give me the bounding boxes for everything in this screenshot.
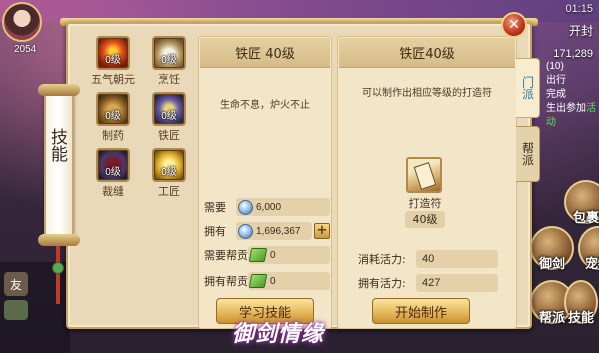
quest-line: (10) [546, 61, 564, 72]
skill-item[interactable]: 0级 工匠 [144, 148, 194, 202]
tab-guild[interactable]: 帮派 [516, 126, 540, 182]
vitality-have-value: 427 [416, 274, 498, 292]
crafting-title: 铁匠40级 [339, 38, 515, 68]
skill-grid: 0级 五气朝元 0级 烹饪 0级 制药 0级 铁匠 0级 裁缝 0级 工匠 [88, 36, 200, 206]
scroll-talisman-icon[interactable] [406, 157, 442, 193]
gourd-icon: 0级 [96, 92, 130, 126]
add-money-button[interactable]: + [314, 223, 330, 239]
game-logo: 御剑情缘 [232, 321, 325, 347]
scroll-tab-label: 技能 [47, 128, 67, 162]
need-contrib-row: 需要帮贡 0 [204, 246, 330, 264]
skill-item[interactable]: 0级 裁缝 [88, 148, 138, 202]
fire-orb-icon: 0级 [96, 36, 130, 70]
jade-knot-icon [52, 262, 64, 274]
skill-name: 烹饪 [158, 73, 180, 86]
hud-top-right: 01:15 开封 171,289 [553, 2, 593, 61]
skill-name: 五气朝元 [91, 73, 135, 86]
scroll-tab-skills[interactable] [44, 92, 74, 240]
vitality-cost-value: 40 [416, 250, 498, 268]
right-quest-panel: (10) 出行 完成 生出参加活动 [540, 60, 599, 180]
skill-name: 工匠 [158, 185, 180, 198]
skill-item[interactable]: 0级 五气朝元 [88, 36, 138, 90]
skill-name: 制药 [102, 129, 124, 142]
quest-line: 出行 [546, 75, 566, 86]
skill-item[interactable]: 0级 烹饪 [144, 36, 194, 90]
vitality-have-label: 拥有活力: [358, 277, 406, 290]
have-money-row: 拥有 1,696,367 + [204, 222, 330, 240]
location-text[interactable]: 开封 [553, 24, 593, 38]
need-money-row: 需要 6,000 [204, 198, 330, 216]
gold-ingot-icon: 0级 [152, 148, 186, 182]
sword-button[interactable]: 御剑 [530, 226, 574, 272]
player-level: 2054 [14, 44, 37, 55]
skill-item[interactable]: 0级 制药 [88, 92, 138, 146]
tab-sect[interactable]: 门派 [516, 58, 540, 118]
have-label: 拥有 [204, 225, 226, 238]
quest-line[interactable]: 生出参加活动 [546, 102, 599, 130]
friend-icon[interactable]: 友 [4, 272, 28, 296]
scroll-tassel [56, 246, 60, 304]
need-contrib-label: 需要帮贡 [204, 249, 248, 262]
clock-text: 01:15 [565, 3, 593, 15]
silver-coin-icon [238, 223, 253, 239]
contribution-icon [248, 274, 268, 288]
have-contrib-label: 拥有帮贡 [204, 275, 248, 288]
player-avatar[interactable] [2, 2, 42, 42]
craft-item-name: 打造符 [408, 197, 442, 210]
coin-count: 171,289 [553, 48, 593, 60]
have-contrib-value: 0 [270, 275, 276, 287]
skill-detail-title: 铁匠 40级 [200, 38, 330, 68]
crafting-description: 可以制作出相应等级的打造符 [362, 88, 492, 99]
scroll-knob-icon [38, 84, 80, 96]
vitality-have-row: 拥有活力: 427 [358, 274, 498, 292]
chat-icon[interactable] [4, 300, 28, 320]
vitality-cost-label: 消耗活力: [358, 253, 406, 266]
need-contrib-value: 0 [270, 249, 276, 261]
scroll-knob-icon [38, 234, 80, 246]
need-label: 需要 [204, 201, 226, 214]
have-contrib-row: 拥有帮贡 0 [204, 272, 330, 290]
skill-name: 铁匠 [158, 129, 180, 142]
start-crafting-button[interactable]: 开始制作 [372, 298, 470, 324]
skill-item-selected[interactable]: 0级 铁匠 [144, 92, 194, 146]
silver-coin-icon [238, 199, 253, 215]
anvil-icon: 0级 [152, 92, 186, 126]
quest-line: 完成 [546, 89, 566, 100]
skill-name: 裁缝 [102, 185, 124, 198]
have-money-value: 1,696,367 [256, 225, 301, 237]
close-button[interactable]: ✕ [501, 12, 527, 38]
need-money-value: 6,000 [256, 201, 282, 213]
contribution-icon [248, 248, 268, 262]
vitality-cost-row: 消耗活力: 40 [358, 250, 498, 268]
thread-spool-icon: 0级 [96, 148, 130, 182]
skill-button[interactable]: 技能 [564, 280, 598, 326]
dumplings-icon: 0级 [152, 36, 186, 70]
craft-item-level: 40级 [405, 211, 445, 228]
skill-description: 生命不息，炉火不止 [220, 100, 310, 111]
